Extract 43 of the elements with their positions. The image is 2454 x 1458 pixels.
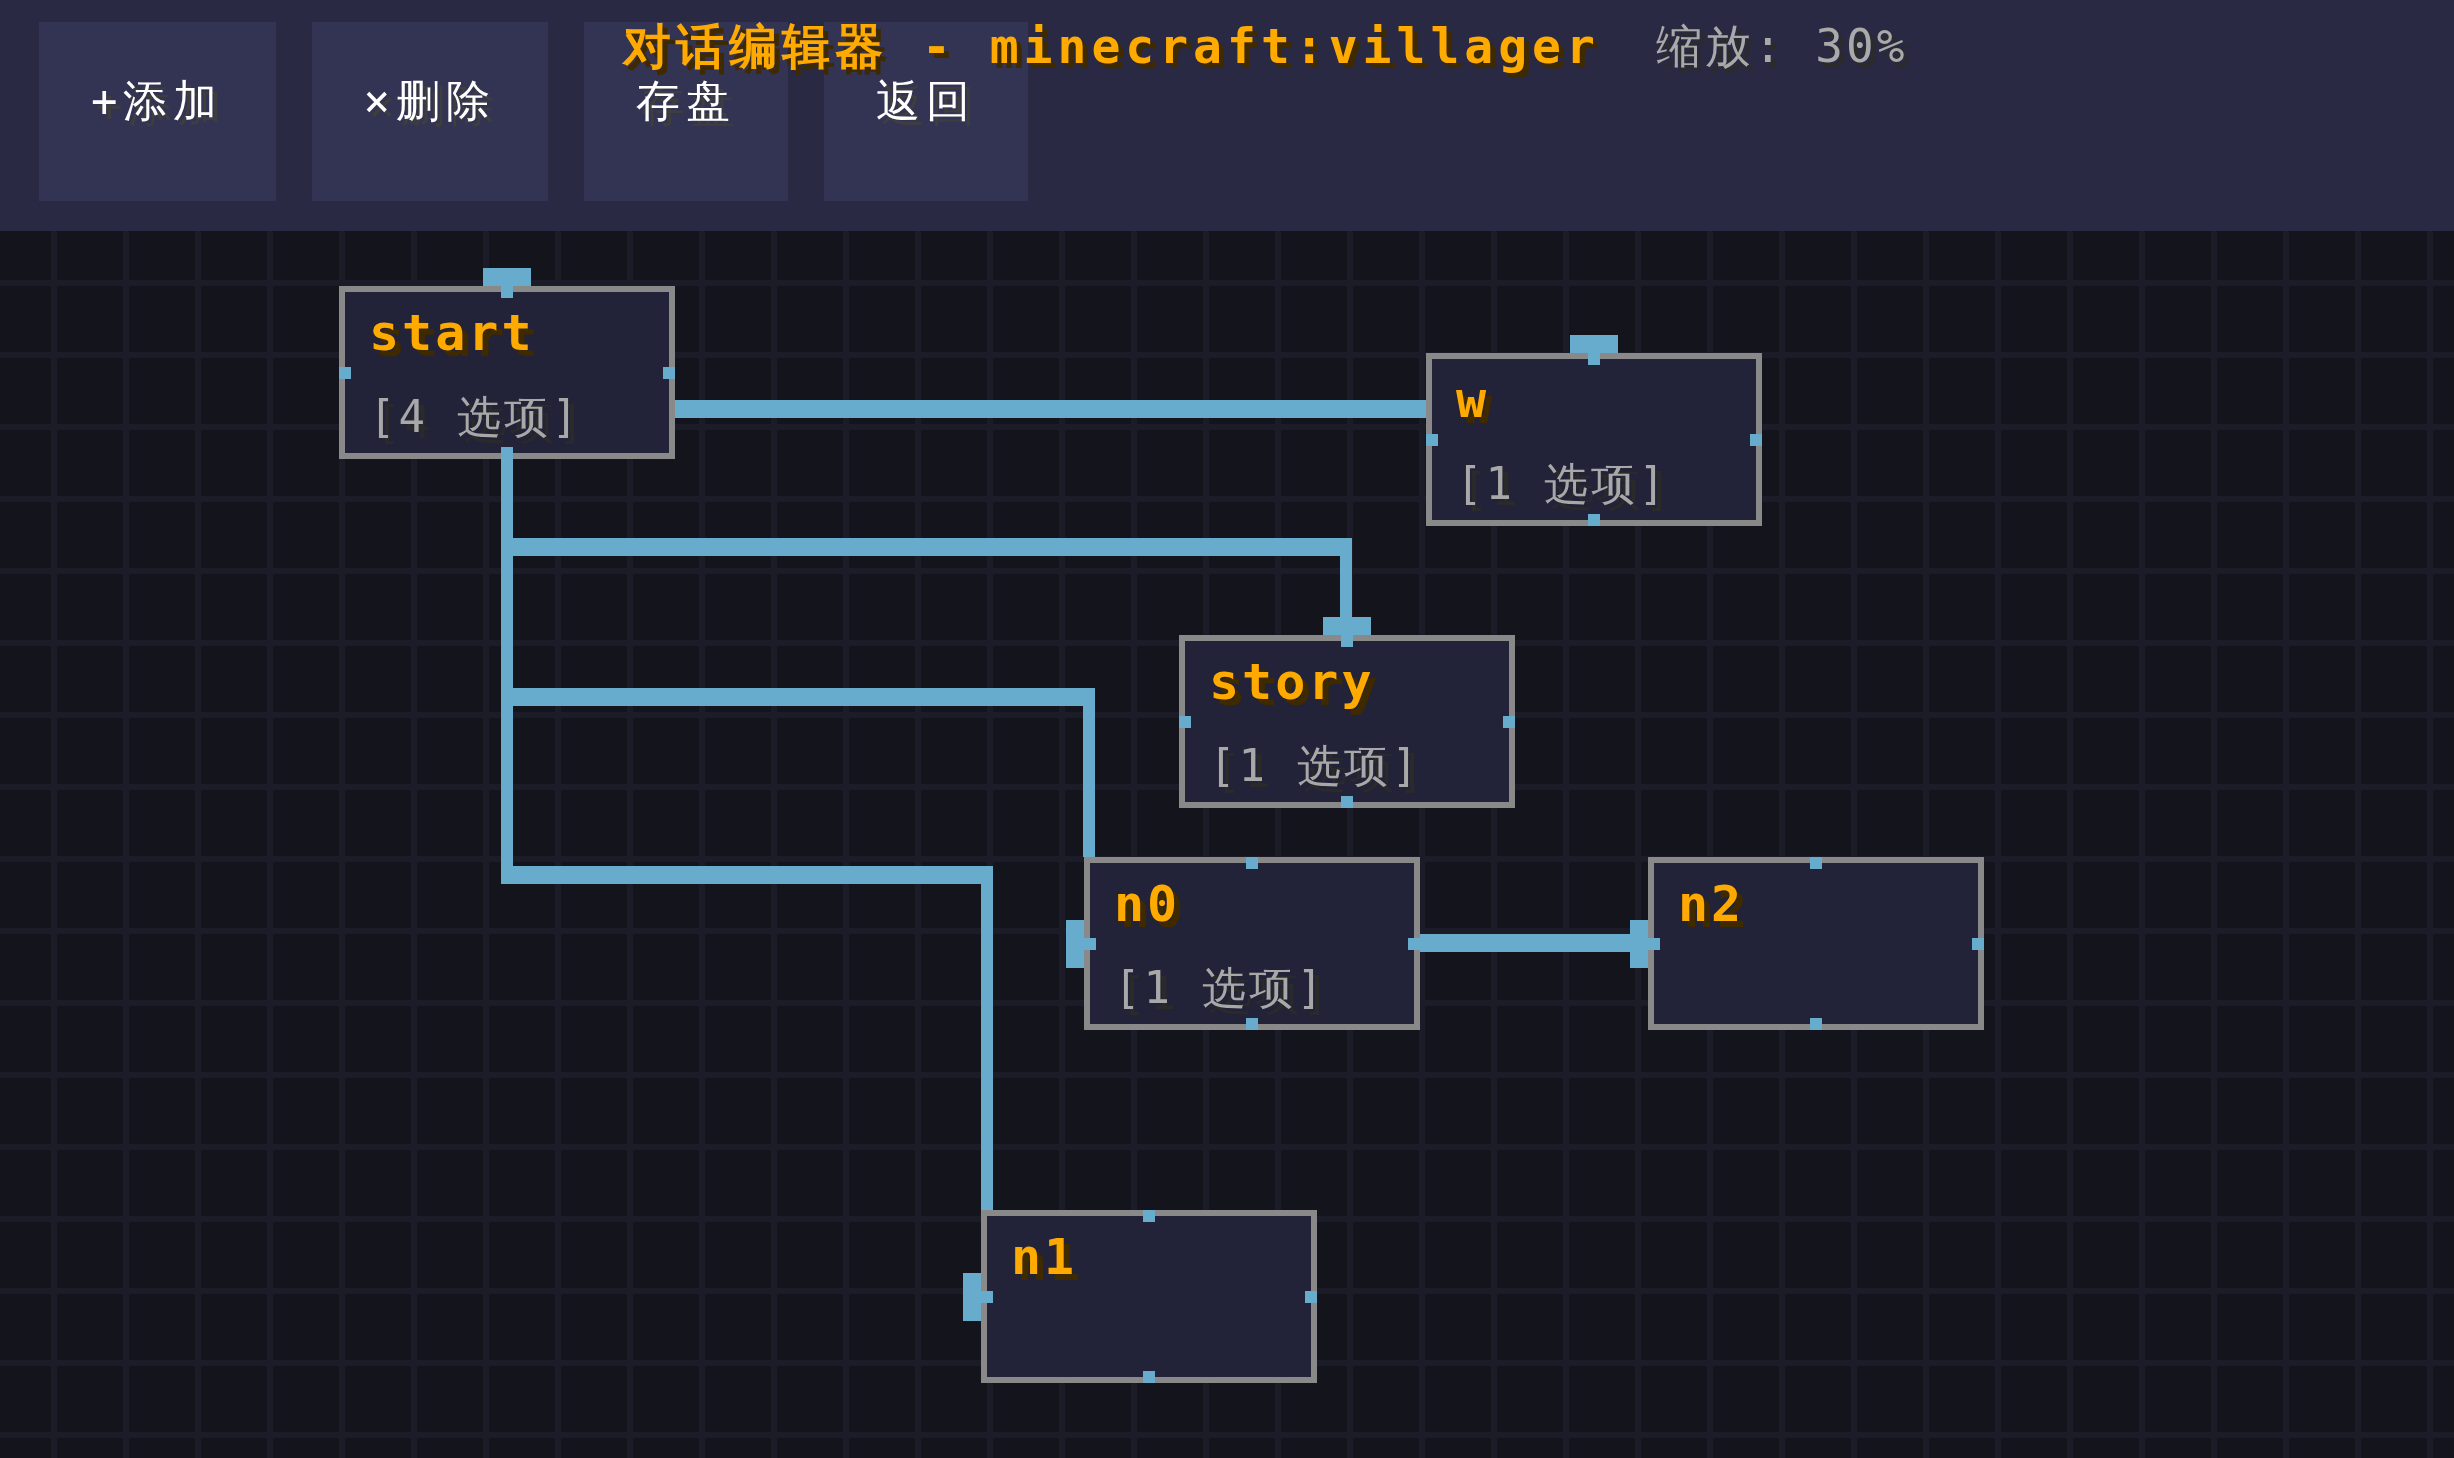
port-handle[interactable] [1588,514,1600,526]
port-handle[interactable] [1588,353,1600,365]
port-handle[interactable] [1341,635,1353,647]
input-port-handle[interactable] [1066,919,1084,968]
port-handle[interactable] [663,366,675,379]
port-handle[interactable] [1408,937,1420,950]
node-title: n0 [1114,875,1181,933]
port-handle[interactable] [1810,857,1822,869]
node-title: story [1209,653,1375,711]
port-handle[interactable] [501,447,513,459]
port-handle[interactable] [1648,937,1660,950]
node-option-count: [1 选项] [1209,739,1421,793]
input-port-handle[interactable] [963,1272,981,1321]
toolbar-button[interactable]: +添加 [39,22,276,201]
port-handle[interactable] [1246,857,1258,869]
node-title: start [369,304,535,362]
port-handle[interactable] [1143,1210,1155,1222]
port-handle[interactable] [1426,433,1438,446]
port-handle[interactable] [1972,937,1984,950]
port-handle[interactable] [1084,937,1096,950]
node-option-count: [4 选项] [369,390,581,444]
node-title: n2 [1678,875,1745,933]
port-handle[interactable] [1341,796,1353,808]
port-handle[interactable] [1503,715,1515,728]
input-port-handle[interactable] [483,268,531,286]
toolbar-button[interactable]: ×删除 [311,22,548,201]
port-handle[interactable] [339,366,351,379]
port-handle[interactable] [981,1290,993,1303]
port-handle[interactable] [501,286,513,298]
port-handle[interactable] [1246,1018,1258,1030]
input-port-handle[interactable] [1630,919,1648,968]
port-handle[interactable] [1143,1371,1155,1383]
node-option-count: [1 选项] [1114,961,1326,1015]
port-handle[interactable] [1305,1290,1317,1303]
node-title: n1 [1011,1228,1078,1286]
node-option-count: [1 选项] [1456,457,1668,511]
input-port-handle[interactable] [1323,617,1371,635]
port-handle[interactable] [1179,715,1191,728]
zoom-level-label: 缩放: 30% [1655,18,1908,74]
port-handle[interactable] [1750,433,1762,446]
port-handle[interactable] [1810,1018,1822,1030]
input-port-handle[interactable] [1570,335,1618,353]
node-title: w [1456,371,1490,429]
